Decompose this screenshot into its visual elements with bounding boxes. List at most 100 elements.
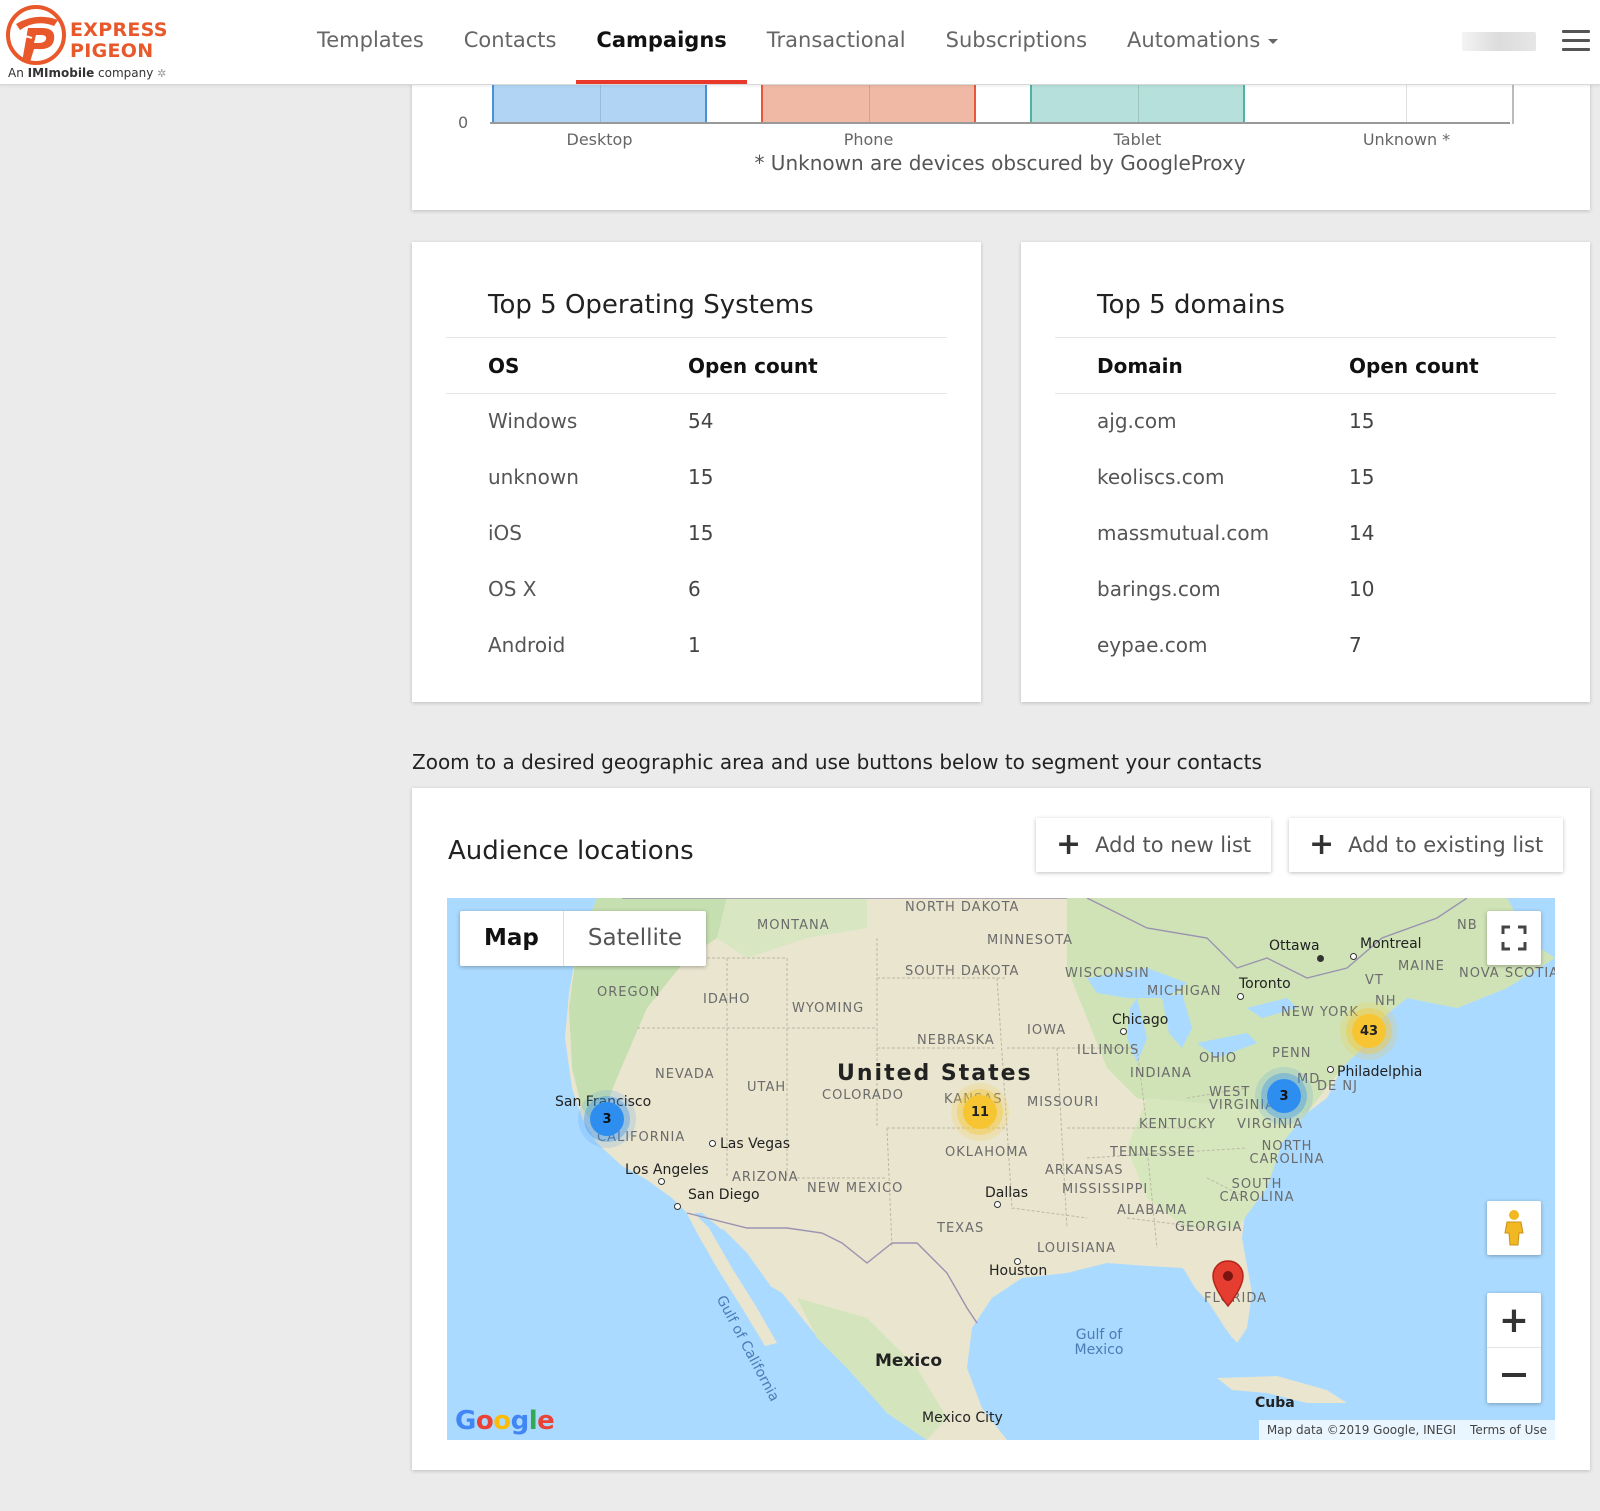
map-label-de-nj: DE NJ — [1317, 1079, 1358, 1094]
x-axis-baseline — [490, 122, 1510, 124]
city-marker-icon — [1327, 1066, 1334, 1073]
map-label-utah: UTAH — [747, 1080, 787, 1095]
map-label-oregon: OREGON — [597, 985, 661, 1000]
open-count-column-header: Open count — [1349, 354, 1479, 378]
map-label-mexico: Mexico — [875, 1351, 942, 1371]
map-cluster-marker[interactable]: 3 — [1267, 1079, 1301, 1113]
divider — [1055, 337, 1556, 338]
user-account-menu[interactable] — [1462, 32, 1536, 51]
map-label-oklahoma: OKLAHOMA — [945, 1145, 1029, 1160]
map-city-toronto: Toronto — [1239, 976, 1291, 992]
logo-tagline: An IMImobile company ✲ — [8, 66, 167, 80]
audience-locations-card: Audience locations + Add to new list + Add… — [412, 788, 1590, 1470]
city-marker-icon — [1120, 1028, 1127, 1035]
audience-map[interactable]: MONTANA NORTH DAKOTA MINNESOTA SOUTH DAK… — [447, 898, 1555, 1440]
map-label-alabama: ALABAMA — [1117, 1203, 1188, 1218]
map-label-kentucky: KENTUCKY — [1139, 1117, 1216, 1132]
nav-contacts[interactable]: Contacts — [444, 0, 577, 84]
map-label-mississippi: MISSISSIPPI — [1062, 1182, 1149, 1197]
plus-icon: + — [1056, 827, 1082, 862]
map-city-san-diego: San Diego — [688, 1187, 760, 1203]
map-label-arizona: ARIZONA — [732, 1170, 799, 1185]
city-marker-icon — [674, 1203, 681, 1210]
map-label-north-dakota: NORTH DAKOTA — [905, 900, 1020, 915]
map-label-nb: NB — [1457, 918, 1478, 933]
table-cell-open-count: 7 — [1349, 633, 1362, 657]
map-city-chicago: Chicago — [1112, 1012, 1169, 1028]
map-city-los-angeles: Los Angeles — [625, 1162, 709, 1178]
street-view-pegman-icon[interactable] — [1487, 1201, 1541, 1255]
nav-subscriptions[interactable]: Subscriptions — [926, 0, 1107, 84]
table-cell-name: ajg.com — [1097, 409, 1177, 433]
terms-of-use-link[interactable]: Terms of Use — [1470, 1423, 1547, 1437]
map-city-las-vegas: Las Vegas — [720, 1136, 790, 1152]
device-category-label: Unknown * — [1362, 130, 1451, 149]
table-cell-open-count: 6 — [688, 577, 701, 601]
map-city-ottawa: Ottawa — [1269, 938, 1320, 954]
map-type-control: Map Satellite — [460, 911, 707, 966]
table-cell-name: Windows — [488, 409, 578, 433]
table-cell-name: Android — [488, 633, 566, 657]
map-label-cuba: Cuba — [1255, 1395, 1295, 1411]
table-cell-name: barings.com — [1097, 577, 1221, 601]
map-label-united-states: United States — [837, 1061, 1033, 1086]
map-label-idaho: IDAHO — [703, 992, 751, 1007]
map-cluster-marker[interactable]: 43 — [1352, 1014, 1386, 1048]
map-label-ohio: OHIO — [1199, 1051, 1238, 1066]
device-category-label: Desktop — [566, 130, 633, 149]
divider — [1055, 393, 1556, 394]
zoom-out-icon[interactable] — [1487, 1348, 1541, 1402]
map-cluster-marker[interactable]: 3 — [590, 1102, 624, 1136]
map-cluster-marker[interactable]: 11 — [963, 1095, 997, 1129]
pigeon-logo-icon — [6, 5, 66, 65]
nav-campaigns[interactable]: Campaigns — [576, 0, 748, 84]
city-marker-icon — [709, 1140, 716, 1147]
map-label-minnesota: MINNESOTA — [987, 933, 1074, 948]
city-marker-icon — [994, 1201, 1001, 1208]
map-city-mexico-city: Mexico City — [922, 1410, 1003, 1426]
map-label-vt: VT — [1365, 973, 1384, 988]
table-cell-name: keoliscs.com — [1097, 465, 1225, 489]
map-city-dallas: Dallas — [985, 1185, 1029, 1201]
map-city-houston: Houston — [989, 1263, 1048, 1279]
capital-marker-icon — [1317, 955, 1324, 962]
table-cell-open-count: 10 — [1349, 577, 1375, 601]
add-to-new-list-button[interactable]: + Add to new list — [1036, 818, 1272, 872]
map-city-montreal: Montreal — [1360, 936, 1422, 952]
map-label-georgia: GEORGIA — [1175, 1220, 1243, 1235]
domain-column-header: Domain — [1097, 354, 1183, 378]
nav-transactional[interactable]: Transactional — [747, 0, 926, 84]
logo-wordmark: EXPRESS PIGEON — [70, 19, 168, 62]
map-label-wisconsin: WISCONSIN — [1065, 966, 1150, 981]
nav-automations[interactable]: Automations — [1107, 0, 1298, 84]
nav-automations-label: Automations — [1127, 28, 1261, 52]
map-label-wyoming: WYOMING — [792, 1001, 865, 1016]
map-type-map-button[interactable]: Map — [460, 911, 564, 966]
zoom-control: + — [1487, 1293, 1541, 1403]
audience-locations-title: Audience locations — [448, 836, 694, 866]
hamburger-menu-icon[interactable] — [1562, 30, 1590, 52]
map-label-indiana: INDIANA — [1130, 1066, 1192, 1081]
gear-icon: ✲ — [157, 67, 167, 80]
city-marker-icon — [1237, 993, 1244, 1000]
nav-templates[interactable]: Templates — [297, 0, 444, 84]
table-cell-open-count: 1 — [688, 633, 701, 657]
caret-down-icon — [1268, 38, 1279, 44]
fullscreen-icon[interactable] — [1487, 911, 1541, 965]
map-type-satellite-button[interactable]: Satellite — [564, 911, 706, 966]
map-label-arkansas: ARKANSAS — [1045, 1163, 1124, 1178]
map-label-nova-scotia: NOVA SCOTIA — [1459, 966, 1555, 981]
device-bar-tablet — [1030, 85, 1245, 124]
map-label-iowa: IOWA — [1027, 1023, 1067, 1038]
table-cell-open-count: 15 — [688, 521, 714, 545]
device-bar-unknown — [1299, 85, 1514, 124]
express-pigeon-logo[interactable]: EXPRESS PIGEON An IMImobile company ✲ — [6, 4, 176, 82]
map-pin-icon[interactable] — [1211, 1260, 1245, 1308]
zoom-in-icon[interactable]: + — [1487, 1294, 1541, 1348]
y-axis-tick-zero: 0 — [458, 113, 469, 132]
divider — [446, 393, 947, 394]
table-cell-name: massmutual.com — [1097, 521, 1270, 545]
top-navbar: EXPRESS PIGEON An IMImobile company ✲ Te… — [0, 0, 1600, 85]
add-to-existing-list-button[interactable]: + Add to existing list — [1289, 818, 1564, 872]
top-domains-card: Top 5 domains Domain Open count ajg.com 1… — [1021, 242, 1590, 702]
